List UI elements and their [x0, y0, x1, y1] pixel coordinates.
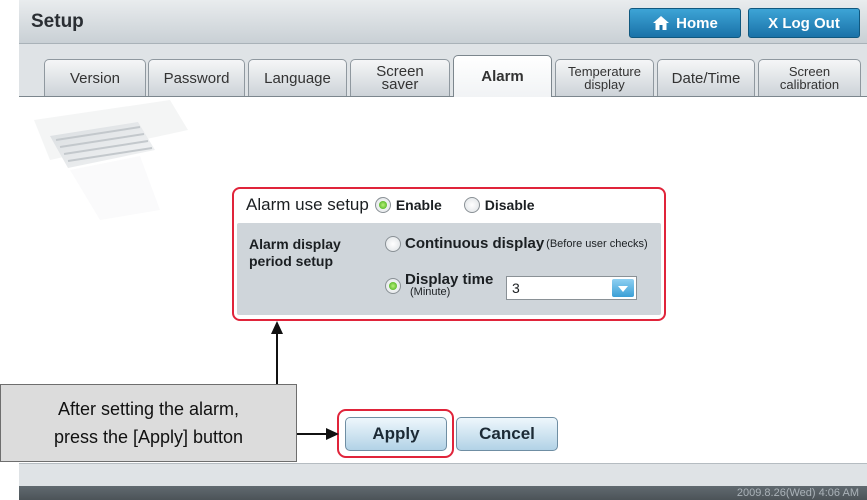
tab-language[interactable]: Language [248, 59, 347, 96]
continuous-display-option[interactable]: Continuous display (Before user checks) [385, 235, 648, 252]
cancel-button[interactable]: Cancel [456, 417, 558, 451]
tab-label: calibration [779, 77, 840, 92]
callout-line: press the [Apply] button [53, 427, 244, 447]
tab-alarm[interactable]: Alarm [453, 55, 552, 97]
tab-label: Password [163, 69, 230, 87]
tab-screen-saver[interactable]: Screen saver [350, 59, 450, 96]
tab-label: Date/Time [671, 69, 741, 87]
display-time-radio[interactable] [385, 278, 401, 294]
display-time-option[interactable]: Display time (Minute) [385, 272, 493, 299]
enable-radio[interactable] [374, 197, 391, 213]
disable-label[interactable]: Disable [485, 197, 535, 213]
instruction-callout: After setting the alarm, press the [Appl… [0, 384, 297, 462]
continuous-display-label[interactable]: Continuous display [405, 235, 544, 252]
logout-button-label: X Log Out [768, 14, 840, 32]
footer-datetime: 2009.8.26(Wed) 4:06 AM [736, 487, 859, 499]
title-bar: Setup Home X Log Out [19, 0, 867, 44]
apply-highlight-frame [337, 409, 454, 458]
alarm-period-label-line: period setup [249, 253, 334, 269]
tab-version[interactable]: Version [44, 59, 146, 96]
enable-label[interactable]: Enable [396, 197, 442, 213]
continuous-display-note: (Before user checks) [546, 237, 648, 250]
tab-label: display [584, 77, 625, 92]
page-title: Setup [31, 11, 84, 32]
display-time-select[interactable]: 3 [506, 276, 637, 300]
home-button[interactable]: Home [629, 8, 741, 38]
tab-label: Version [69, 69, 121, 87]
tab-label: Language [264, 69, 331, 87]
air-conditioner-illustration [20, 100, 190, 225]
disable-radio[interactable] [463, 197, 480, 213]
tab-date-time[interactable]: Date/Time [657, 59, 755, 96]
display-time-text: Display time (Minute) [405, 272, 493, 299]
alarm-use-label: Alarm use setup [246, 195, 369, 214]
tab-label: saver [381, 76, 419, 93]
display-time-value: 3 [512, 280, 520, 296]
alarm-period-label: Alarm display period setup [249, 236, 369, 270]
house-icon [652, 15, 670, 31]
home-button-label: Home [676, 14, 718, 32]
tab-password[interactable]: Password [148, 59, 245, 96]
tab-label: Alarm [481, 68, 524, 85]
logout-button[interactable]: X Log Out [748, 8, 860, 38]
display-time-label[interactable]: Display time [405, 272, 493, 287]
chevron-down-icon[interactable] [612, 279, 634, 297]
cancel-button-label: Cancel [479, 424, 535, 443]
callout-line: After setting the alarm, [57, 399, 240, 419]
continuous-display-radio[interactable] [385, 235, 401, 252]
alarm-period-label-line: Alarm display [249, 236, 341, 252]
tab-screen-calibration[interactable]: Screen calibration [758, 59, 861, 96]
alarm-use-row: Alarm use setup Enable Disable [246, 194, 557, 216]
status-footer: 2009.8.26(Wed) 4:06 AM [19, 486, 867, 500]
tab-temperature-display[interactable]: Temperature display [555, 59, 654, 96]
